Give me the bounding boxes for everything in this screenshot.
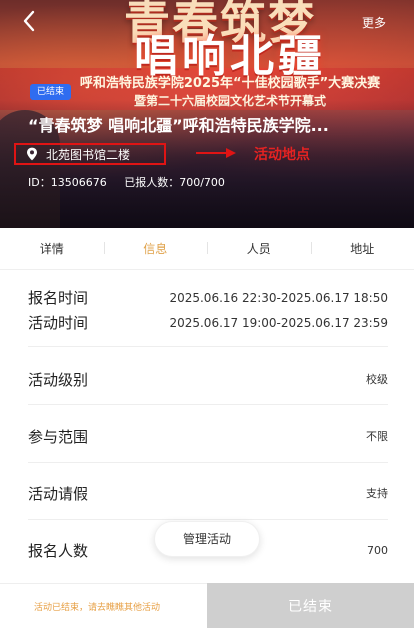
arrow-right-icon <box>196 148 236 158</box>
tab-info[interactable]: 信息 <box>103 240 208 257</box>
status-badge: 已结束 <box>30 84 72 100</box>
signup-time-value: 2025.06.16 22:30-2025.06.17 18:50 <box>169 290 388 305</box>
location-link[interactable]: 北苑图书馆二楼 <box>14 143 166 165</box>
count-value: 700 <box>367 543 388 557</box>
bottom-strip <box>0 628 414 640</box>
location-pin-icon <box>27 147 37 161</box>
scope-row: 参与范围 不限 <box>28 424 388 448</box>
leave-row: 活动请假 支持 <box>28 481 388 505</box>
scope-value: 不限 <box>366 430 388 443</box>
manage-activity-button[interactable]: 管理活动 <box>154 521 260 557</box>
leave-label: 活动请假 <box>28 484 89 503</box>
signup-time-label: 报名时间 <box>28 289 89 307</box>
location-annotation: 活动地点 <box>254 147 310 163</box>
divider <box>28 462 388 463</box>
ended-note: 活动已结束，请去瞧瞧其他活动 <box>0 583 207 628</box>
footer-bar: 活动已结束，请去瞧瞧其他活动 已结束 <box>0 583 414 628</box>
tab-address[interactable]: 地址 <box>310 240 414 257</box>
event-meta: ID：13506676 已报人数：700/700 <box>28 174 239 190</box>
activity-time-value: 2025.06.17 19:00-2025.06.17 23:59 <box>169 315 388 330</box>
more-button[interactable]: 更多 <box>362 14 386 31</box>
activity-time-label: 活动时间 <box>28 314 89 332</box>
divider <box>28 519 388 520</box>
activity-time-row: 活动时间 2025.06.17 19:00-2025.06.17 23:59 <box>28 312 388 333</box>
tab-people[interactable]: 人员 <box>207 240 311 257</box>
poster-subtitle-1: 呼和浩特民族学院2025年“十佳校园歌手”大赛决赛 <box>79 76 381 91</box>
level-row: 活动级别 校级 <box>28 367 388 391</box>
divider <box>28 346 388 347</box>
level-value: 校级 <box>366 373 388 386</box>
signup-time-row: 报名时间 2025.06.16 22:30-2025.06.17 18:50 <box>28 287 388 308</box>
event-id: ID：13506676 <box>28 176 107 189</box>
scope-label: 参与范围 <box>28 427 89 446</box>
divider <box>28 404 388 405</box>
back-button[interactable] <box>22 10 46 34</box>
count-label: 报名人数 <box>28 541 89 560</box>
enrolled-count: 已报人数：700/700 <box>124 176 225 189</box>
leave-value: 支持 <box>366 487 388 500</box>
tab-bar: 详情 信息 人员 地址 <box>0 228 414 270</box>
ended-button: 已结束 <box>207 583 414 628</box>
chevron-left-icon <box>23 10 35 32</box>
level-label: 活动级别 <box>28 370 89 389</box>
tab-details[interactable]: 详情 <box>0 240 104 257</box>
location-text: 北苑图书馆二楼 <box>46 147 131 162</box>
event-title: “青春筑梦 唱响北疆”呼和浩特民族学院... <box>28 116 329 135</box>
